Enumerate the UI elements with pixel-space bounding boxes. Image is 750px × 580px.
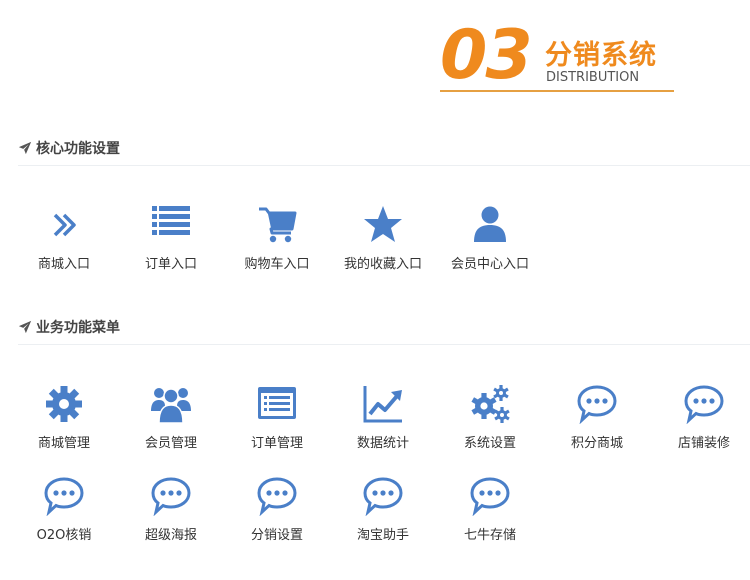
chat-bubble-icon xyxy=(151,477,191,516)
header-underline xyxy=(440,90,674,92)
tile-favorites-entry[interactable]: 我的收藏入口 xyxy=(330,205,436,285)
tile-label: 订单入口 xyxy=(144,257,197,272)
order-list-icon xyxy=(258,387,296,419)
tile-qiniu-storage[interactable]: 七牛存储 xyxy=(437,476,543,556)
line-chart-icon xyxy=(363,386,402,423)
chat-bubble-icon xyxy=(470,477,510,516)
double-chevron-right-icon xyxy=(53,213,76,237)
business-section-title: 业务功能菜单 xyxy=(36,320,120,336)
tile-store-decoration[interactable]: 店铺装修 xyxy=(651,384,750,464)
tile-label: 分销设置 xyxy=(250,528,303,543)
tile-label: 七牛存储 xyxy=(463,528,516,543)
star-icon xyxy=(364,206,402,242)
tile-system-settings[interactable]: 系统设置 xyxy=(437,384,543,464)
users-icon xyxy=(151,388,191,424)
header-title: 分销系统 xyxy=(545,40,657,71)
tile-label: 数据统计 xyxy=(356,436,409,451)
tile-mall-management[interactable]: 商城管理 xyxy=(11,384,117,464)
tile-order-management[interactable]: 订单管理 xyxy=(224,384,330,464)
list-icon xyxy=(152,206,190,235)
tile-super-poster[interactable]: 超级海报 xyxy=(118,476,224,556)
plane-icon xyxy=(18,320,32,334)
tile-data-statistics[interactable]: 数据统计 xyxy=(330,384,436,464)
plane-icon xyxy=(18,141,32,155)
tile-o2o-verification[interactable]: O2O核销 xyxy=(11,476,117,556)
tile-label: 会员管理 xyxy=(144,436,197,451)
divider xyxy=(18,344,750,345)
tile-order-entry[interactable]: 订单入口 xyxy=(118,205,224,285)
core-section-heading: 核心功能设置 xyxy=(18,138,120,158)
gears-icon xyxy=(471,385,510,423)
tile-mall-entry[interactable]: 商城入口 xyxy=(11,205,117,285)
tile-points-mall[interactable]: 积分商城 xyxy=(544,384,650,464)
tile-label: 订单管理 xyxy=(250,436,303,451)
tile-label: 商城管理 xyxy=(37,436,90,451)
tile-member-center-entry[interactable]: 会员中心入口 xyxy=(437,205,543,285)
tile-label: O2O核销 xyxy=(36,528,92,543)
shopping-cart-icon xyxy=(259,207,297,243)
tile-label: 我的收藏入口 xyxy=(343,257,422,272)
chat-bubble-icon xyxy=(257,477,297,516)
chat-bubble-icon xyxy=(577,385,617,424)
chat-bubble-icon xyxy=(44,477,84,516)
core-section-title: 核心功能设置 xyxy=(36,141,120,157)
tile-label: 淘宝助手 xyxy=(356,528,409,543)
tile-label: 商城入口 xyxy=(37,257,90,272)
tile-label: 购物车入口 xyxy=(244,257,310,272)
divider xyxy=(18,165,750,166)
tile-taobao-assistant[interactable]: 淘宝助手 xyxy=(330,476,436,556)
business-section-heading: 业务功能菜单 xyxy=(18,317,120,337)
chat-bubble-icon xyxy=(684,385,724,424)
user-icon xyxy=(474,206,506,242)
tile-label: 积分商城 xyxy=(570,436,623,451)
tile-cart-entry[interactable]: 购物车入口 xyxy=(224,205,330,285)
tile-member-management[interactable]: 会员管理 xyxy=(118,384,224,464)
gear-icon xyxy=(46,386,82,422)
tile-distribution-settings[interactable]: 分销设置 xyxy=(224,476,330,556)
tile-label: 店铺装修 xyxy=(677,436,730,451)
chat-bubble-icon xyxy=(363,477,403,516)
tile-label: 系统设置 xyxy=(463,436,516,451)
distribution-header: 03 分销系统 DISTRIBUTION xyxy=(440,16,674,95)
section-number: 03 xyxy=(440,16,533,95)
tile-label: 超级海报 xyxy=(144,528,197,543)
tile-label: 会员中心入口 xyxy=(450,257,529,272)
header-subtitle: DISTRIBUTION xyxy=(546,70,640,85)
